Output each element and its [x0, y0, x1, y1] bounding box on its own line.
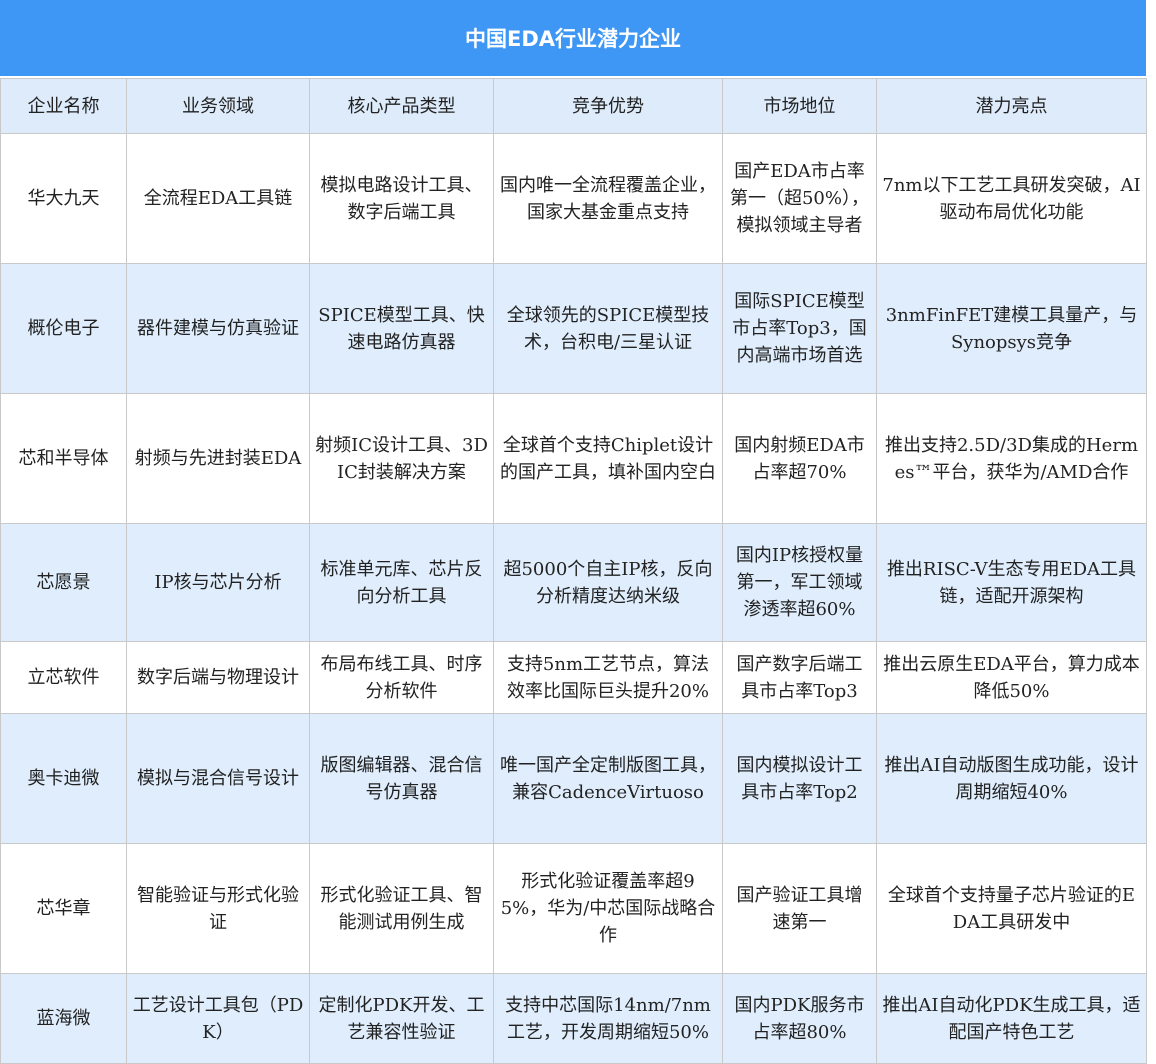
cell-market-position: 国产EDA市占率第一（超50%），模拟领域主导者	[722, 133, 877, 264]
cell-competitive-advantage: 国内唯一全流程覆盖企业，国家大基金重点支持	[493, 133, 723, 264]
cell-business-field: 全流程EDA工具链	[126, 133, 310, 264]
table-row: 华大九天 全流程EDA工具链 模拟电路设计工具、数字后端工具 国内唯一全流程覆盖…	[0, 133, 1147, 264]
cell-business-field: 模拟与混合信号设计	[126, 713, 310, 844]
cell-core-product: 模拟电路设计工具、数字后端工具	[309, 133, 494, 264]
cell-competitive-advantage: 支持中芯国际14nm/7nm工艺，开发周期缩短50%	[493, 973, 723, 1064]
cell-competitive-advantage: 唯一国产全定制版图工具，兼容CadenceVirtuoso	[493, 713, 723, 844]
cell-competitive-advantage: 形式化验证覆盖率超95%，华为/中芯国际战略合作	[493, 843, 723, 974]
header-company-name: 企业名称	[0, 78, 127, 134]
cell-market-position: 国内IP核授权量第一，军工领域渗透率超60%	[722, 523, 877, 642]
cell-potential-highlights: 推出云原生EDA平台，算力成本降低50%	[876, 641, 1147, 714]
table-row: 奥卡迪微 模拟与混合信号设计 版图编辑器、混合信号仿真器 唯一国产全定制版图工具…	[0, 713, 1147, 844]
table-row: 蓝海微 工艺设计工具包（PDK） 定制化PDK开发、工艺兼容性验证 支持中芯国际…	[0, 973, 1147, 1064]
company-table: 企业名称 业务领域 核心产品类型 竞争优势 市场地位 潜力亮点 华大九天 全流程…	[0, 78, 1147, 1064]
header-business-field: 业务领域	[126, 78, 310, 134]
cell-company-name: 芯华章	[0, 843, 127, 974]
header-competitive-advantage: 竞争优势	[493, 78, 723, 134]
table-row: 概伦电子 器件建模与仿真验证 SPICE模型工具、快速电路仿真器 全球领先的SP…	[0, 263, 1147, 394]
cell-potential-highlights: 7nm以下工艺工具研发突破，AI驱动布局优化功能	[876, 133, 1147, 264]
cell-company-name: 概伦电子	[0, 263, 127, 394]
cell-competitive-advantage: 全球领先的SPICE模型技术，台积电/三星认证	[493, 263, 723, 394]
table-title: 中国EDA行业潜力企业	[0, 0, 1146, 78]
cell-market-position: 国产验证工具增速第一	[722, 843, 877, 974]
cell-market-position: 国内模拟设计工具市占率Top2	[722, 713, 877, 844]
header-market-position: 市场地位	[722, 78, 877, 134]
cell-potential-highlights: 全球首个支持量子芯片验证的EDA工具研发中	[876, 843, 1147, 974]
cell-core-product: 射频IC设计工具、3DIC封装解决方案	[309, 393, 494, 524]
table-row: 芯和半导体 射频与先进封装EDA 射频IC设计工具、3DIC封装解决方案 全球首…	[0, 393, 1147, 524]
cell-company-name: 华大九天	[0, 133, 127, 264]
cell-company-name: 奥卡迪微	[0, 713, 127, 844]
cell-competitive-advantage: 超5000个自主IP核，反向分析精度达纳米级	[493, 523, 723, 642]
cell-business-field: 智能验证与形式化验证	[126, 843, 310, 974]
cell-business-field: 器件建模与仿真验证	[126, 263, 310, 394]
cell-core-product: 标准单元库、芯片反向分析工具	[309, 523, 494, 642]
cell-business-field: IP核与芯片分析	[126, 523, 310, 642]
header-core-product: 核心产品类型	[309, 78, 494, 134]
cell-potential-highlights: 推出RISC-V生态专用EDA工具链，适配开源架构	[876, 523, 1147, 642]
cell-market-position: 国内射频EDA市占率超70%	[722, 393, 877, 524]
header-potential-highlights: 潜力亮点	[876, 78, 1147, 134]
cell-core-product: 版图编辑器、混合信号仿真器	[309, 713, 494, 844]
cell-potential-highlights: 3nmFinFET建模工具量产，与Synopsys竞争	[876, 263, 1147, 394]
cell-market-position: 国内PDK服务市占率超80%	[722, 973, 877, 1064]
cell-business-field: 工艺设计工具包（PDK）	[126, 973, 310, 1064]
cell-business-field: 数字后端与物理设计	[126, 641, 310, 714]
cell-market-position: 国产数字后端工具市占率Top3	[722, 641, 877, 714]
cell-core-product: SPICE模型工具、快速电路仿真器	[309, 263, 494, 394]
cell-company-name: 芯和半导体	[0, 393, 127, 524]
cell-potential-highlights: 推出支持2.5D/3D集成的Hermes™平台，获华为/AMD合作	[876, 393, 1147, 524]
cell-company-name: 蓝海微	[0, 973, 127, 1064]
table-row: 芯愿景 IP核与芯片分析 标准单元库、芯片反向分析工具 超5000个自主IP核，…	[0, 523, 1147, 642]
spreadsheet: 中国EDA行业潜力企业 企业名称 业务领域 核心产品类型 竞争优势 市场地位 潜…	[0, 0, 1147, 1064]
cell-business-field: 射频与先进封装EDA	[126, 393, 310, 524]
cell-company-name: 芯愿景	[0, 523, 127, 642]
cell-company-name: 立芯软件	[0, 641, 127, 714]
cell-competitive-advantage: 全球首个支持Chiplet设计的国产工具，填补国内空白	[493, 393, 723, 524]
table-row: 立芯软件 数字后端与物理设计 布局布线工具、时序分析软件 支持5nm工艺节点，算…	[0, 641, 1147, 714]
cell-potential-highlights: 推出AI自动版图生成功能，设计周期缩短40%	[876, 713, 1147, 844]
cell-core-product: 定制化PDK开发、工艺兼容性验证	[309, 973, 494, 1064]
cell-competitive-advantage: 支持5nm工艺节点，算法效率比国际巨头提升20%	[493, 641, 723, 714]
table-row: 芯华章 智能验证与形式化验证 形式化验证工具、智能测试用例生成 形式化验证覆盖率…	[0, 843, 1147, 974]
header-row: 企业名称 业务领域 核心产品类型 竞争优势 市场地位 潜力亮点	[0, 78, 1147, 134]
cell-market-position: 国际SPICE模型市占率Top3，国内高端市场首选	[722, 263, 877, 394]
cell-potential-highlights: 推出AI自动化PDK生成工具，适配国产特色工艺	[876, 973, 1147, 1064]
cell-core-product: 布局布线工具、时序分析软件	[309, 641, 494, 714]
cell-core-product: 形式化验证工具、智能测试用例生成	[309, 843, 494, 974]
